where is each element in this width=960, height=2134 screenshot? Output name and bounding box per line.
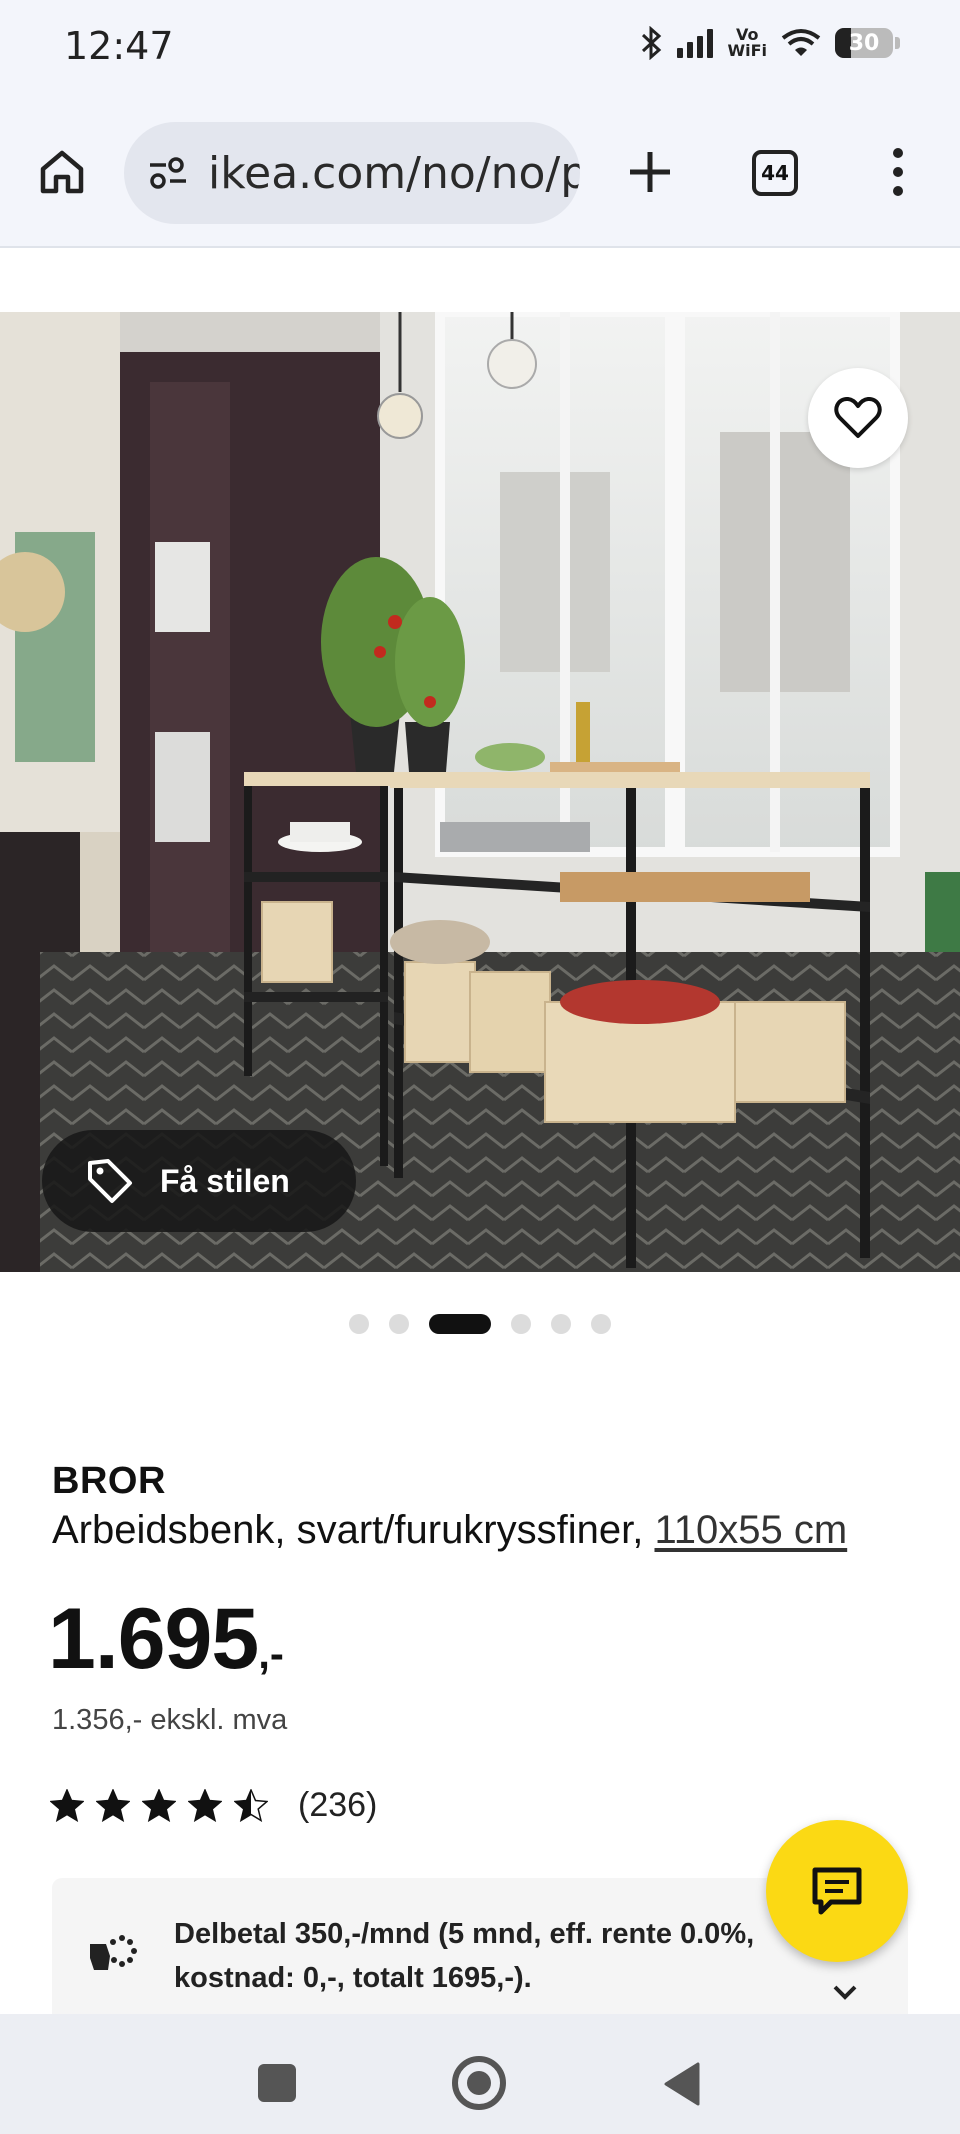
product-size-link[interactable]: 110x55 cm	[654, 1508, 847, 1552]
tabs-button[interactable]: 44	[752, 150, 798, 196]
product-photo	[0, 312, 960, 1272]
price-tag-icon	[88, 1159, 132, 1203]
get-the-style-button[interactable]: Få stilen	[42, 1130, 356, 1232]
product-rating[interactable]: (236)	[50, 1786, 377, 1825]
back-button[interactable]	[662, 2062, 702, 2106]
wifi-icon	[781, 29, 821, 56]
vowifi-icon: Vo WiFi	[727, 27, 767, 59]
home-icon	[40, 150, 84, 194]
get-the-style-label: Få stilen	[160, 1162, 290, 1199]
price-main: 1.695	[48, 1591, 259, 1687]
tab-count: 44	[761, 161, 789, 185]
gallery-dot[interactable]	[429, 1314, 491, 1334]
status-bar: 12:47 Vo WiFi 30	[0, 0, 960, 96]
rating-stars	[50, 1789, 268, 1822]
gallery-pagination	[0, 1312, 960, 1336]
gallery-dot[interactable]	[349, 1314, 369, 1334]
chat-icon	[812, 1867, 862, 1915]
address-bar[interactable]: ikea.com/no/no/p	[124, 122, 580, 224]
heart-icon	[834, 397, 882, 438]
star-full-icon	[188, 1789, 222, 1822]
battery-tip	[895, 37, 900, 49]
status-time: 12:47	[64, 24, 174, 68]
product-description: Arbeidsbenk, svart/furukryssfiner, 110x5…	[52, 1508, 847, 1553]
browser-home-button[interactable]	[32, 142, 92, 202]
signal-icon	[677, 28, 714, 58]
star-half-icon	[234, 1789, 268, 1822]
recents-button[interactable]	[258, 2064, 296, 2102]
battery-level: 30	[848, 30, 880, 56]
chat-button[interactable]	[766, 1820, 908, 1962]
battery-icon: 30	[835, 28, 893, 58]
vowifi-bottom-label: WiFi	[727, 41, 767, 60]
site-settings-icon[interactable]	[146, 151, 190, 195]
gallery-dot[interactable]	[591, 1314, 611, 1334]
gallery-dot[interactable]	[551, 1314, 571, 1334]
gallery-dot[interactable]	[511, 1314, 531, 1334]
installment-text: Delbetal 350,-/mnd (5 mnd, eff. rente 0.…	[174, 1918, 755, 1994]
price-suffix: ,-	[258, 1630, 284, 1677]
status-icons: Vo WiFi 30	[641, 26, 900, 60]
bluetooth-icon	[642, 26, 662, 60]
system-navigation-bar	[0, 2014, 960, 2134]
url-text: ikea.com/no/no/p	[208, 147, 580, 199]
new-tab-plus-icon[interactable]	[620, 142, 680, 202]
star-full-icon	[50, 1789, 84, 1822]
product-brand: BROR	[52, 1460, 166, 1502]
browser-toolbar: ikea.com/no/no/p 44	[0, 96, 960, 248]
product-type: Arbeidsbenk, svart/furukryssfiner,	[52, 1508, 644, 1552]
chevron-down-icon	[833, 1985, 857, 2000]
star-full-icon	[142, 1789, 176, 1822]
home-button[interactable]	[452, 2056, 506, 2110]
star-full-icon	[96, 1789, 130, 1822]
product-price: 1.695 ,-	[48, 1590, 284, 1689]
more-menu-icon[interactable]	[872, 146, 924, 198]
price-ex-vat: 1.356,- ekskl. mva	[52, 1704, 288, 1736]
review-count: (236)	[298, 1786, 378, 1824]
installment-icon	[90, 1935, 137, 1970]
gallery-dot[interactable]	[389, 1314, 409, 1334]
favorite-button[interactable]	[808, 368, 908, 468]
product-image[interactable]	[0, 312, 960, 1272]
